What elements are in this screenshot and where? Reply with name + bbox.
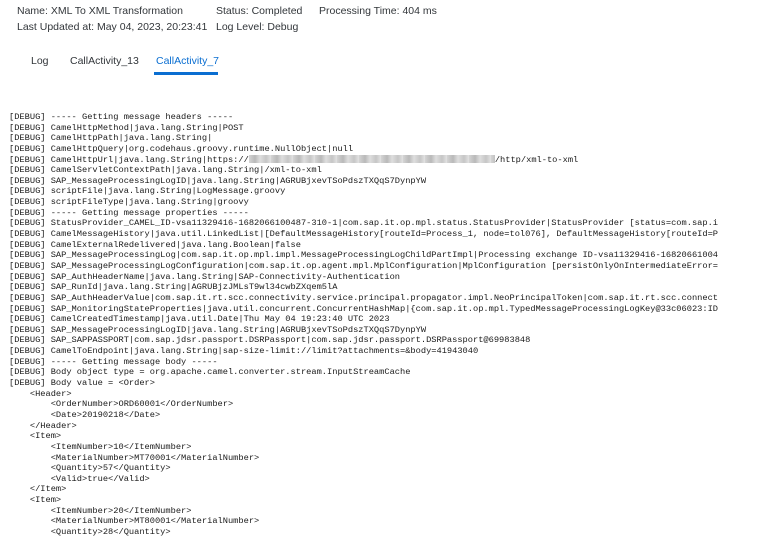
log-line: [DEBUG] CamelExternalRedelivered|java.la… <box>9 239 301 250</box>
log-line: [DEBUG] SAP_MessageProcessingLogID|java.… <box>9 324 427 335</box>
log-text: [DEBUG] ----- Getting message headers --… <box>9 112 718 538</box>
log-line: [DEBUG] SAP_SAPPASSPORT|com.sap.jdsr.pas… <box>9 335 531 346</box>
log-line: [DEBUG] CamelHttpQuery|org.codehaus.groo… <box>9 143 354 154</box>
log-line: [DEBUG] CamelMessageHistory|java.util.Li… <box>9 229 719 240</box>
log-line: [DEBUG] Body value = <Order> <box>9 378 155 389</box>
log-level: Log Level: Debug <box>216 21 299 33</box>
artifact-name: Name: XML To XML Transformation <box>17 5 183 17</box>
log-line: <OrderNumber>ORD60001</OrderNumber> <box>9 399 234 410</box>
status-text: Status: Completed <box>216 5 303 17</box>
redacted-host <box>248 154 495 163</box>
log-line: <Item> <box>9 431 62 442</box>
log-line-url-suffix: /http/xml-to-xml <box>494 154 579 165</box>
log-line: <ItemNumber>10</ItemNumber> <box>9 441 192 452</box>
log-line: [DEBUG] CamelServletContextPath|java.lan… <box>9 165 322 176</box>
log-line-url-prefix: [DEBUG] CamelHttpUrl|java.lang.String|ht… <box>9 154 249 165</box>
tab-callactivity-13[interactable]: CallActivity_13 <box>70 55 139 67</box>
log-line: [DEBUG] StatusProvider_CAMEL_ID-vsa11329… <box>9 218 719 229</box>
log-line-url: [DEBUG] CamelHttpUrl|java.lang.String|ht… <box>9 154 718 166</box>
log-line: [DEBUG] SAP_MonitoringStateProperties|ja… <box>9 303 719 314</box>
log-line: [DEBUG] ----- Getting message body ----- <box>9 356 218 367</box>
log-line: <Quantity>28</Quantity> <box>9 526 171 537</box>
log-line: [DEBUG] SAP_MessageProcessingLogConfigur… <box>9 260 719 271</box>
log-line: [DEBUG] SAP_AuthHeaderName|java.lang.Str… <box>9 271 401 282</box>
log-line: <MaterialNumber>MT80001</MaterialNumber> <box>9 516 260 527</box>
log-line: [DEBUG] ----- Getting message headers --… <box>9 112 234 122</box>
log-line: [DEBUG] SAP_AuthHeaderValue|com.sap.it.r… <box>9 292 719 303</box>
log-line: <MaterialNumber>MT70001</MaterialNumber> <box>9 452 260 463</box>
processing-time: Processing Time: 404 ms <box>319 5 437 17</box>
log-line: <Item> <box>9 495 62 506</box>
log-line: [DEBUG] CamelToEndpoint|java.lang.String… <box>9 346 479 357</box>
log-line: <Quantity>57</Quantity> <box>9 463 171 474</box>
log-line: [DEBUG] SAP_MessageProcessingLogID|java.… <box>9 175 427 186</box>
last-updated: Last Updated at: May 04, 2023, 20:23:41 <box>17 21 208 33</box>
log-line: </Header> <box>9 420 77 431</box>
log-line: [DEBUG] CamelHttpPath|java.lang.String| <box>9 133 213 144</box>
log-line: [DEBUG] Body object type = org.apache.ca… <box>9 367 411 378</box>
tab-log[interactable]: Log <box>31 55 49 67</box>
header: Name: XML To XML Transformation Status: … <box>0 0 768 105</box>
log-line: </Item> <box>9 484 67 495</box>
log-line: <Header> <box>9 388 72 399</box>
log-line: <ItemNumber>20</ItemNumber> <box>9 505 192 516</box>
log-line: [DEBUG] scriptFile|java.lang.String|LogM… <box>9 186 286 197</box>
log-content-area[interactable]: [DEBUG] ----- Getting message headers --… <box>0 104 768 545</box>
log-line: [DEBUG] ----- Getting message properties… <box>9 207 249 218</box>
tab-callactivity-7[interactable]: CallActivity_7 <box>156 55 219 67</box>
active-tab-indicator <box>154 72 218 75</box>
log-line: [DEBUG] SAP_RunId|java.lang.String|AGRUB… <box>9 282 338 293</box>
log-line: [DEBUG] scriptFileType|java.lang.String|… <box>9 197 249 208</box>
log-line: [DEBUG] CamelCreatedTimestamp|java.util.… <box>9 314 390 325</box>
log-line: <Valid>true</Valid> <box>9 473 150 484</box>
log-line: [DEBUG] SAP_MessageProcessingLog|com.sap… <box>9 250 719 261</box>
log-line: [DEBUG] CamelHttpMethod|java.lang.String… <box>9 122 244 133</box>
log-line: <Date>20190218</Date> <box>9 409 161 420</box>
